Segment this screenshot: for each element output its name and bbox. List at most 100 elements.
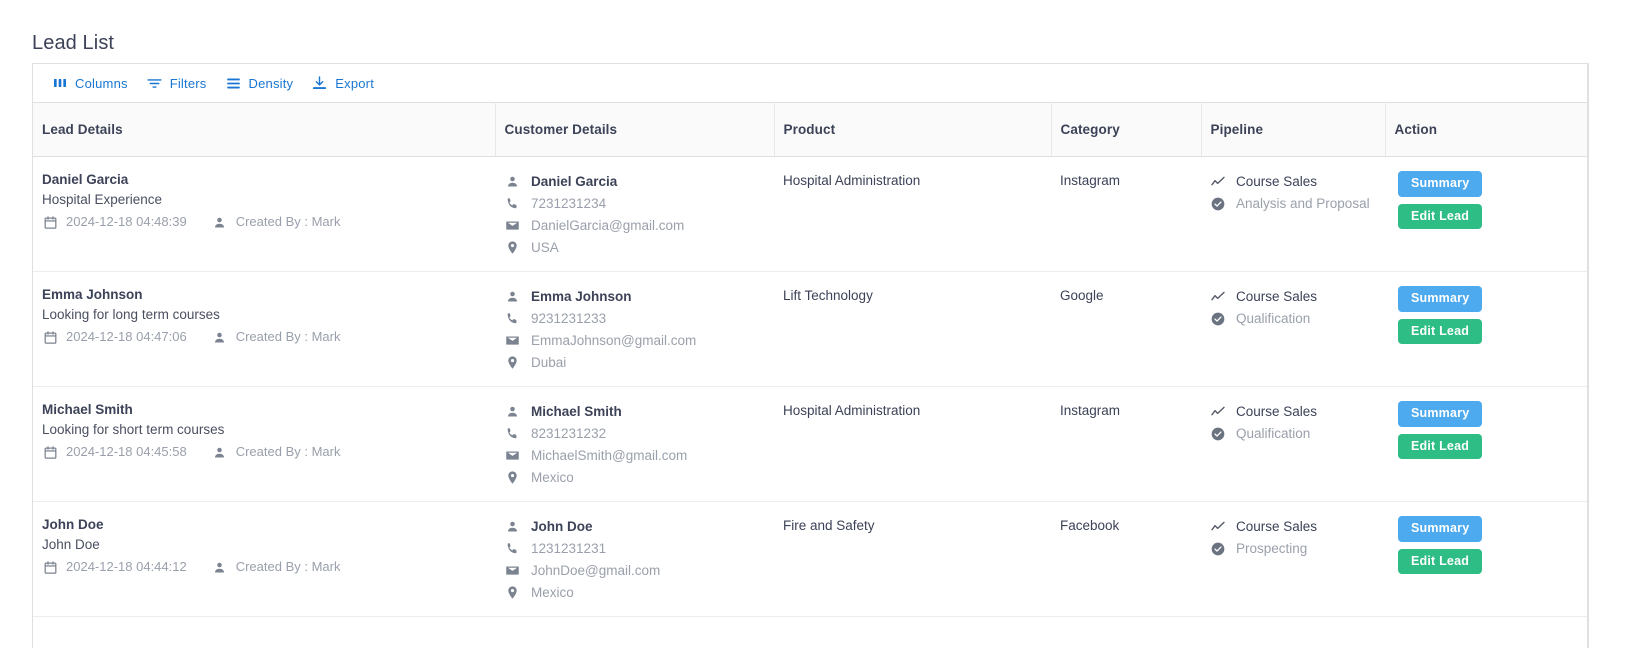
created-by-value: Created By : Mark [235,214,341,229]
customer-email: JohnDoe@gmail.com [531,563,661,578]
customer-phone-line: 9231231233 [504,308,763,329]
export-button-label: Export [335,75,375,91]
columns-icon [51,75,68,92]
lead-subtitle: Looking for long term courses [42,307,220,322]
check-circle-icon [1210,541,1226,557]
customer-email: MichaelSmith@gmail.com [531,448,688,463]
customer-phone: 8231231232 [531,426,607,441]
location-pin-icon [504,355,520,371]
created-by: Created By : Mark [212,328,341,346]
edit-lead-button[interactable]: Edit Lead [1398,318,1483,344]
table-row[interactable]: John Doe John Doe 2024-12-18 04:44:12 Cr… [33,501,1588,617]
table-row[interactable]: Daniel Garcia Hospital Experience 2024-1… [33,156,1588,272]
pipeline-status: Analysis and Proposal [1236,196,1370,211]
product-value: Lift Technology [783,288,873,303]
column-header-product[interactable]: Product [774,102,1052,157]
person-icon [504,519,520,535]
lead-name: Emma Johnson [42,287,143,302]
export-icon [311,75,328,92]
cell-pipeline: Course Sales Qualification [1201,271,1385,387]
edit-lead-button[interactable]: Edit Lead [1398,203,1483,229]
person-icon [212,214,228,230]
column-header-customer-details[interactable]: Customer Details [495,102,775,157]
cell-lead-details: Daniel Garcia Hospital Experience 2024-1… [33,156,495,272]
mail-icon [504,563,520,579]
edit-lead-button[interactable]: Edit Lead [1398,433,1483,459]
summary-button[interactable]: Summary [1398,401,1483,427]
grid-right-edge [1587,64,1588,648]
customer-name: John Doe [531,519,593,534]
mail-icon [504,218,520,234]
calendar-icon [42,559,58,575]
person-icon [212,444,228,460]
product-value: Fire and Safety [783,518,875,533]
table-header-row: Lead Details Customer Details Product Ca… [33,102,1588,157]
created-at-value: 2024-12-18 04:44:12 [66,559,187,574]
density-icon [225,75,242,92]
columns-button-label: Columns [75,75,128,91]
check-circle-icon [1210,196,1226,212]
customer-name-line: Emma Johnson [504,286,763,307]
customer-name: Daniel Garcia [531,174,618,189]
product-value: Hospital Administration [783,403,921,418]
columns-button[interactable]: Columns [42,69,137,97]
customer-phone: 9231231233 [531,311,607,326]
cell-category: Google [1051,271,1201,387]
table-row[interactable]: Emma Johnson Looking for long term cours… [33,271,1588,387]
cell-lead-details: Michael Smith Looking for short term cou… [33,386,495,502]
customer-email: DanielGarcia@gmail.com [531,218,685,233]
cell-category: Facebook [1051,501,1201,617]
pipeline-status: Qualification [1236,311,1311,326]
customer-location-line: USA [504,237,763,258]
lead-subtitle: Looking for short term courses [42,422,225,437]
summary-button[interactable]: Summary [1398,286,1483,312]
customer-email-line: EmmaJohnson@gmail.com [504,330,763,351]
customer-phone-line: 7231231234 [504,193,763,214]
column-header-action[interactable]: Action [1385,102,1588,157]
cell-action: Summary Edit Lead [1385,501,1588,617]
edit-lead-button[interactable]: Edit Lead [1398,548,1483,574]
category-value: Google [1060,288,1104,303]
location-pin-icon [504,470,520,486]
category-value: Instagram [1060,173,1121,188]
trending-up-icon [1210,404,1226,420]
created-at: 2024-12-18 04:45:58 [42,443,187,461]
summary-button[interactable]: Summary [1398,516,1483,542]
cell-product: Lift Technology [774,271,1051,387]
cell-pipeline: Course Sales Prospecting [1201,501,1385,617]
column-header-lead-details[interactable]: Lead Details [33,102,496,157]
person-icon [504,404,520,420]
created-by: Created By : Mark [212,558,340,576]
pipeline-stage-line: Course Sales [1210,401,1374,423]
filters-button[interactable]: Filters [137,69,216,97]
pipeline-stage-line: Course Sales [1210,171,1374,193]
calendar-icon [42,329,58,345]
export-button[interactable]: Export [302,69,383,97]
cell-action: Summary Edit Lead [1385,271,1588,387]
location-pin-icon [504,240,520,256]
created-at: 2024-12-18 04:47:06 [42,328,187,346]
filter-icon [146,75,163,92]
table-row[interactable]: Michael Smith Looking for short term cou… [33,386,1588,502]
customer-location: USA [531,240,559,255]
customer-email: EmmaJohnson@gmail.com [531,333,697,348]
customer-phone-line: 1231231231 [504,538,763,559]
data-grid-container: Columns Filters Density Export Lead Deta… [32,63,1589,648]
mail-icon [504,333,520,349]
cell-pipeline: Course Sales Qualification [1201,386,1385,502]
lead-subtitle: Hospital Experience [42,192,163,207]
column-header-category[interactable]: Category [1051,102,1202,157]
density-button[interactable]: Density [216,69,303,97]
pipeline-stage: Course Sales [1236,519,1318,534]
created-at: 2024-12-18 04:48:39 [42,213,187,231]
trending-up-icon [1210,174,1226,190]
phone-icon [504,541,520,557]
trending-up-icon [1210,519,1226,535]
customer-phone-line: 8231231232 [504,423,763,444]
column-header-pipeline[interactable]: Pipeline [1201,102,1386,157]
cell-category: Instagram [1051,156,1201,272]
cell-customer-details: Emma Johnson 9231231233 EmmaJohnson@gmai… [495,271,774,387]
created-by-value: Created By : Mark [235,329,341,344]
summary-button[interactable]: Summary [1398,171,1483,197]
customer-email-line: DanielGarcia@gmail.com [504,215,763,236]
